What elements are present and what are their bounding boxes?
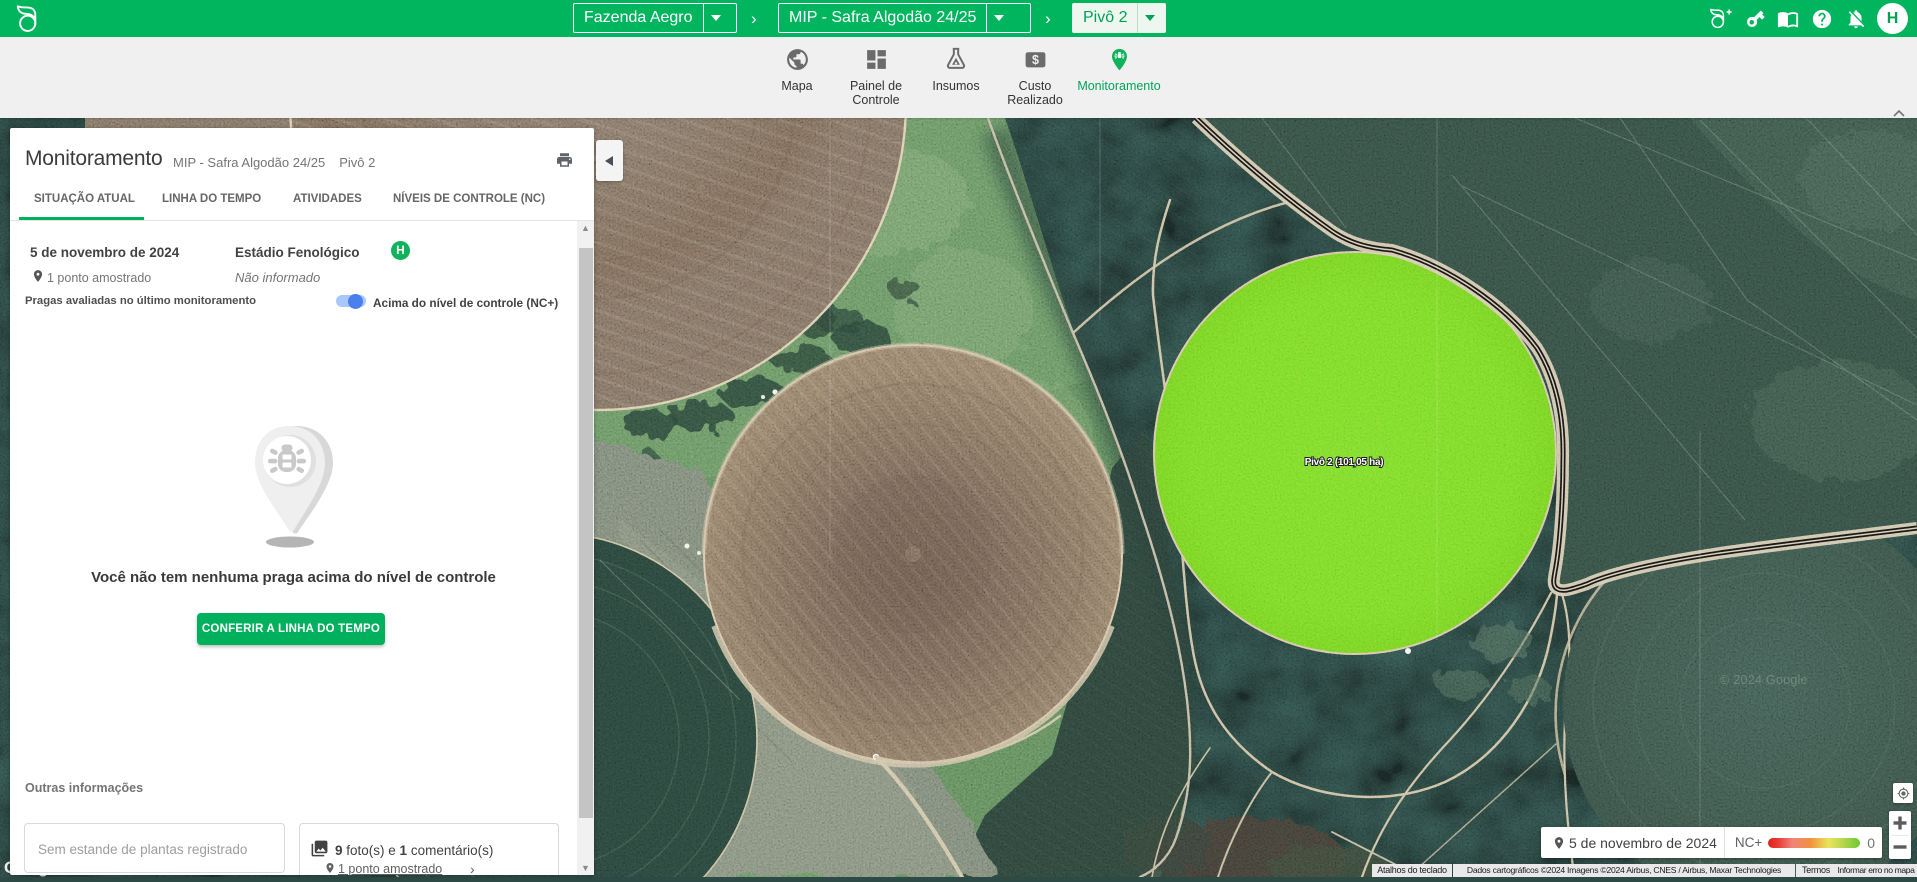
svg-text:$: $ — [1032, 53, 1039, 67]
svg-text:© 2024 Google: © 2024 Google — [1720, 672, 1808, 687]
